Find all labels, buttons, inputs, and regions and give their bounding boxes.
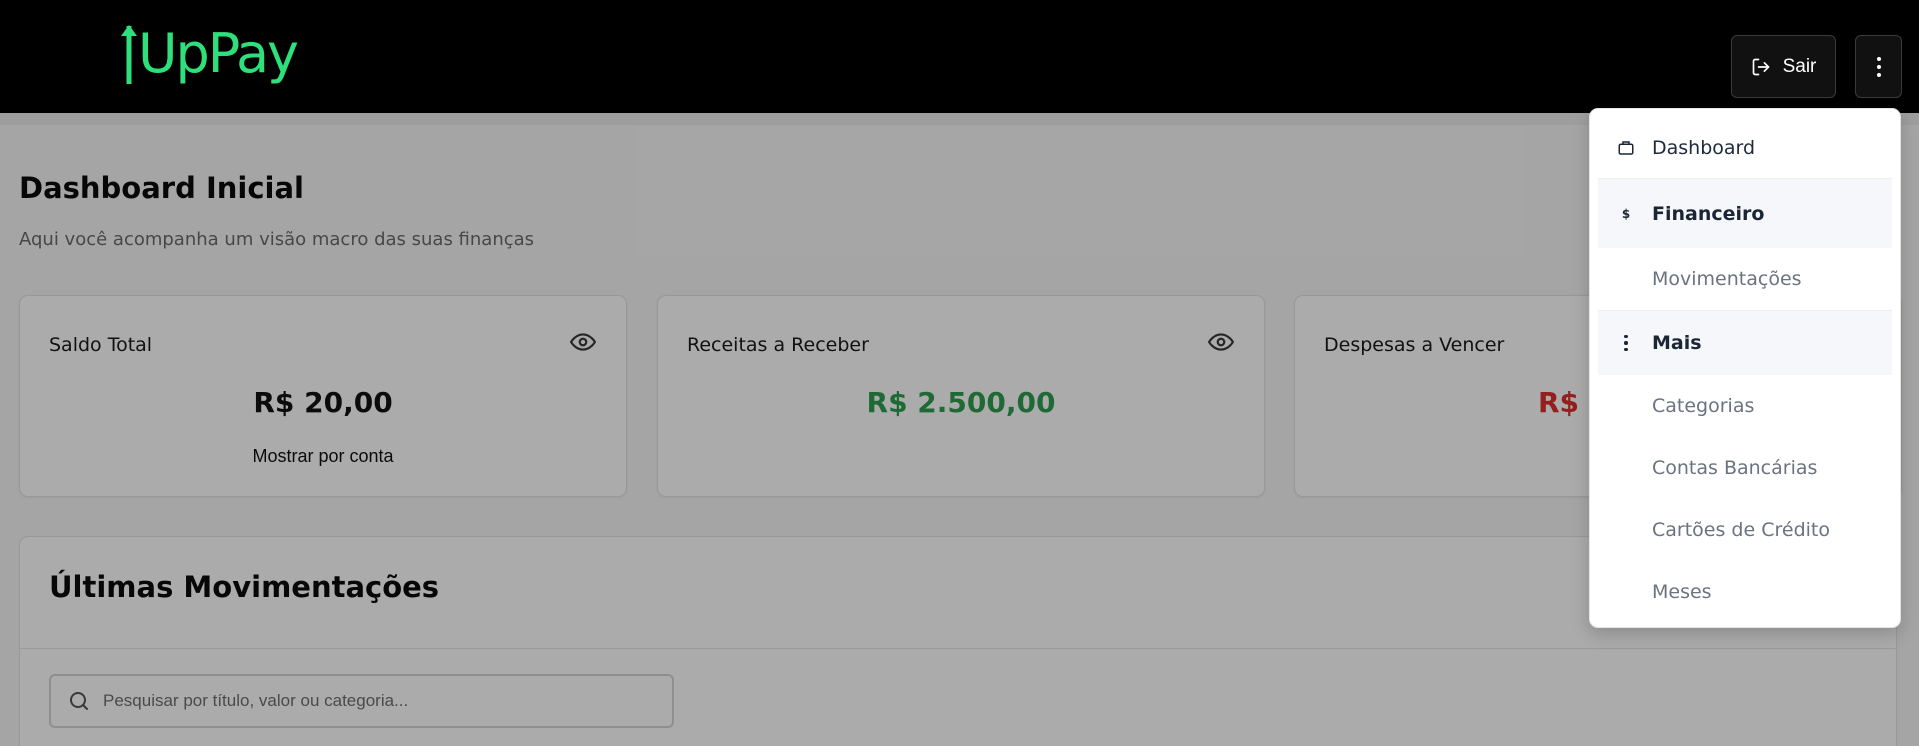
more-vertical-icon: [1876, 56, 1881, 77]
menu-label: Meses: [1652, 581, 1712, 603]
menu-label: Dashboard: [1652, 136, 1756, 159]
menu-label: Categorias: [1652, 395, 1755, 417]
menu-item-movimentacoes[interactable]: Movimentações: [1598, 248, 1892, 309]
briefcase-icon: [1615, 137, 1637, 159]
logout-icon: [1752, 58, 1769, 75]
more-vertical-icon: [1615, 332, 1637, 354]
menu-label: Contas Bancárias: [1652, 457, 1818, 479]
dollar-icon: $: [1621, 206, 1631, 221]
menu-label: Financeiro: [1652, 202, 1765, 225]
menu-section-mais: Mais: [1598, 311, 1892, 375]
logo-text: UpPay: [138, 22, 299, 85]
menu-item-categorias[interactable]: Categorias: [1598, 375, 1892, 437]
dropdown-menu: Dashboard $ Financeiro Movimentações Mai…: [1589, 108, 1901, 628]
menu-item-meses[interactable]: Meses: [1598, 561, 1892, 623]
logout-label: Sair: [1782, 55, 1817, 77]
menu-label: Cartões de Crédito: [1652, 519, 1830, 541]
menu-item-dashboard[interactable]: Dashboard: [1598, 117, 1892, 178]
menu-section-financeiro: $ Financeiro: [1598, 179, 1892, 248]
up-arrow-icon: [121, 25, 137, 84]
menu-item-contas-bancarias[interactable]: Contas Bancárias: [1598, 437, 1892, 499]
menu-label: Movimentações: [1652, 267, 1802, 290]
menu-label: Mais: [1652, 332, 1702, 354]
top-header: UpPay Sair: [0, 0, 1919, 113]
uppay-logo[interactable]: UpPay: [118, 22, 299, 92]
more-menu-button[interactable]: [1855, 35, 1902, 98]
menu-item-cartoes-credito[interactable]: Cartões de Crédito: [1598, 499, 1892, 561]
logout-button[interactable]: Sair: [1731, 35, 1836, 98]
